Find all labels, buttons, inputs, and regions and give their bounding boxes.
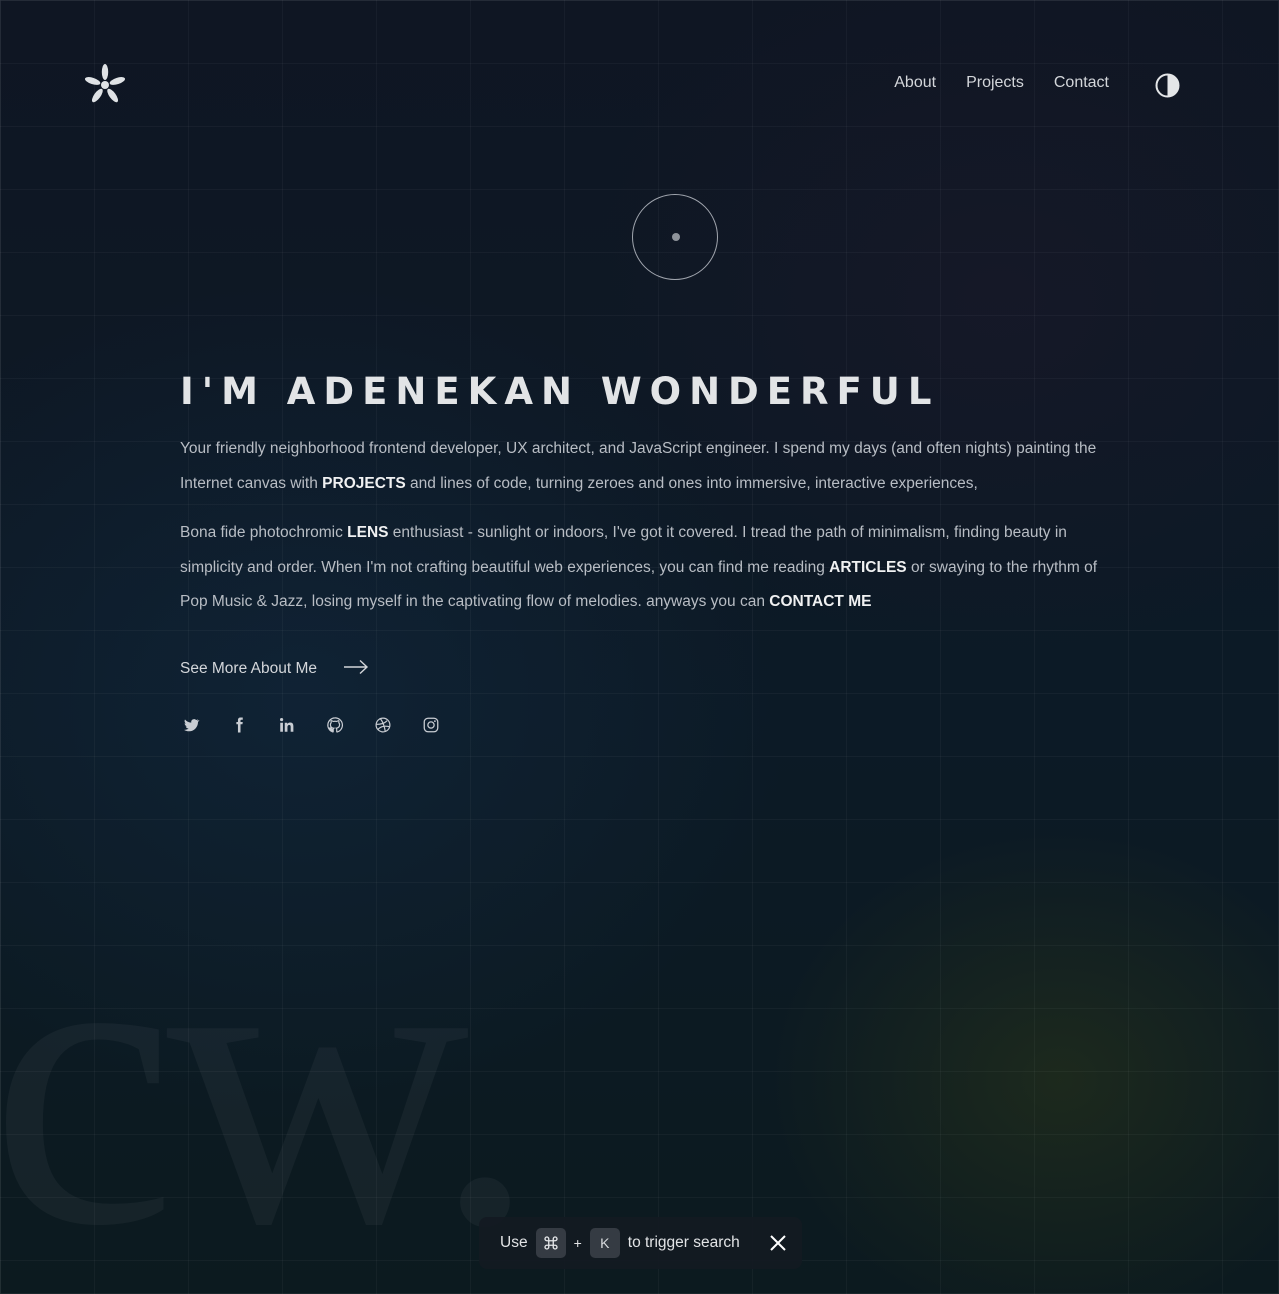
asterisk-icon[interactable] <box>82 62 128 108</box>
twitter-icon[interactable] <box>182 716 200 734</box>
bio-paragraph-1: Your friendly neighborhood frontend deve… <box>180 440 1097 492</box>
hint-plus: + <box>573 1235 582 1251</box>
projects-link[interactable]: PROJECTS <box>322 475 406 492</box>
nav-link-contact[interactable]: Contact <box>1054 74 1109 92</box>
site-header: About Projects Contact <box>0 0 1279 170</box>
instagram-icon[interactable] <box>422 716 440 734</box>
nav-link-projects[interactable]: Projects <box>966 74 1024 92</box>
contact-me-link[interactable]: CONTACT ME <box>769 593 871 610</box>
nav-link-about[interactable]: About <box>894 74 936 92</box>
articles-link[interactable]: ARTICLES <box>829 559 907 576</box>
social-links <box>182 716 1110 734</box>
linkedin-icon[interactable] <box>278 716 296 734</box>
bio-paragraph-2: Bona fide photochromic LENS enthusiast -… <box>180 524 1098 610</box>
lens-link[interactable]: LENS <box>347 524 388 541</box>
avatar <box>632 194 718 280</box>
main-nav: About Projects Contact <box>894 74 1109 92</box>
see-more-link[interactable]: See More About Me <box>180 659 1110 680</box>
hint-tail-label: to trigger search <box>627 1234 740 1251</box>
hero-title: I'M ADENEKAN WONDERFUL <box>180 370 940 413</box>
dribbble-icon[interactable] <box>374 716 392 734</box>
k-key: K <box>589 1228 620 1258</box>
facebook-icon[interactable] <box>230 716 248 734</box>
avatar-dot <box>672 233 680 241</box>
search-hint-toast: Use + K to trigger search <box>479 1217 802 1269</box>
hint-use-label: Use <box>500 1234 528 1251</box>
hero-section: I'M ADENEKAN WONDERFUL Your friendly nei… <box>180 368 1110 734</box>
github-icon[interactable] <box>326 716 344 734</box>
see-more-label: See More About Me <box>180 660 317 677</box>
command-key-icon <box>535 1228 566 1258</box>
close-icon[interactable] <box>769 1234 787 1252</box>
contrast-icon[interactable] <box>1155 73 1180 98</box>
arrow-right-icon <box>343 659 369 680</box>
